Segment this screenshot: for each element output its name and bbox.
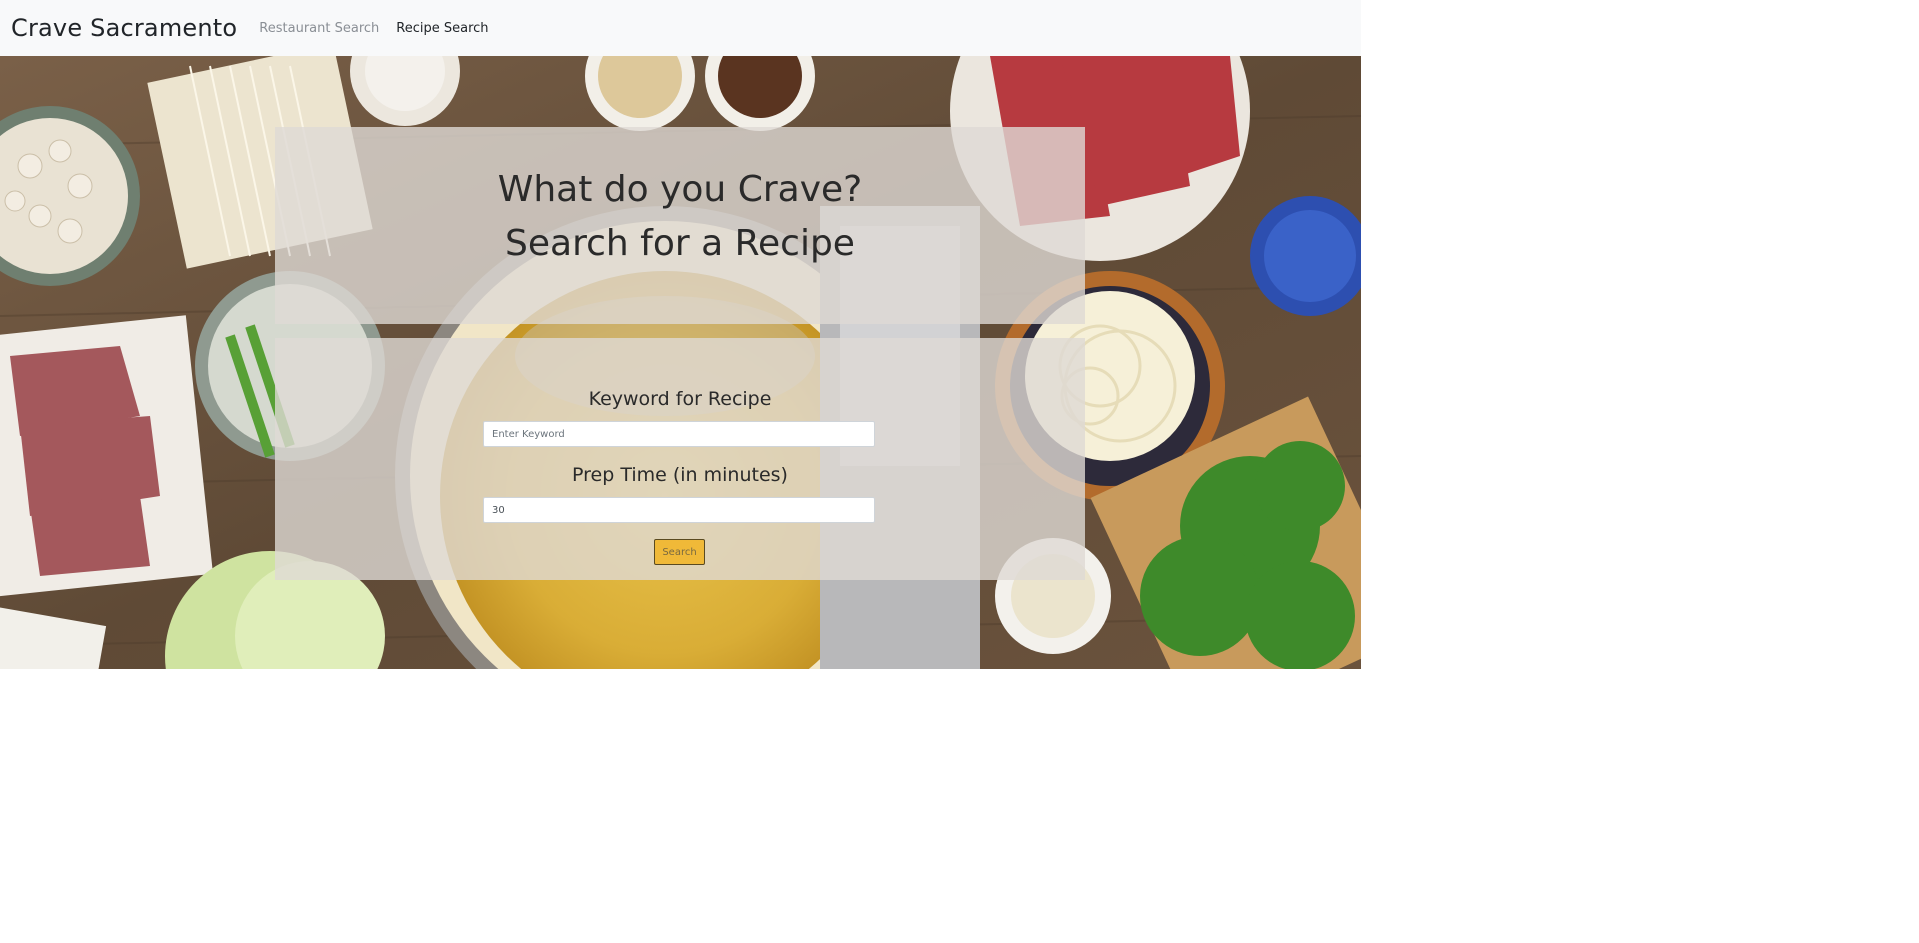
hero-heading-panel: What do you Crave? Search for a Recipe (275, 127, 1085, 324)
page: Crave Sacramento Restaurant Search Recip… (0, 0, 1919, 943)
search-button[interactable]: Search (654, 539, 705, 565)
keyword-label: Keyword for Recipe (588, 388, 772, 410)
hero-heading-line-2: Search for a Recipe (505, 223, 855, 264)
nav-recipe-search[interactable]: Recipe Search (396, 21, 488, 36)
prep-time-input[interactable] (483, 497, 875, 523)
recipe-search-form: Keyword for Recipe Prep Time (in minutes… (275, 338, 1085, 580)
nav-restaurant-search[interactable]: Restaurant Search (259, 21, 379, 36)
keyword-input[interactable] (483, 421, 875, 447)
navbar: Crave Sacramento Restaurant Search Recip… (0, 0, 1361, 56)
prep-time-label: Prep Time (in minutes) (572, 464, 788, 486)
brand-logo[interactable]: Crave Sacramento (11, 14, 237, 42)
hero-food-background: What do you Crave? Search for a Recipe K… (0, 56, 1361, 669)
hero-heading-line-1: What do you Crave? (497, 169, 863, 210)
